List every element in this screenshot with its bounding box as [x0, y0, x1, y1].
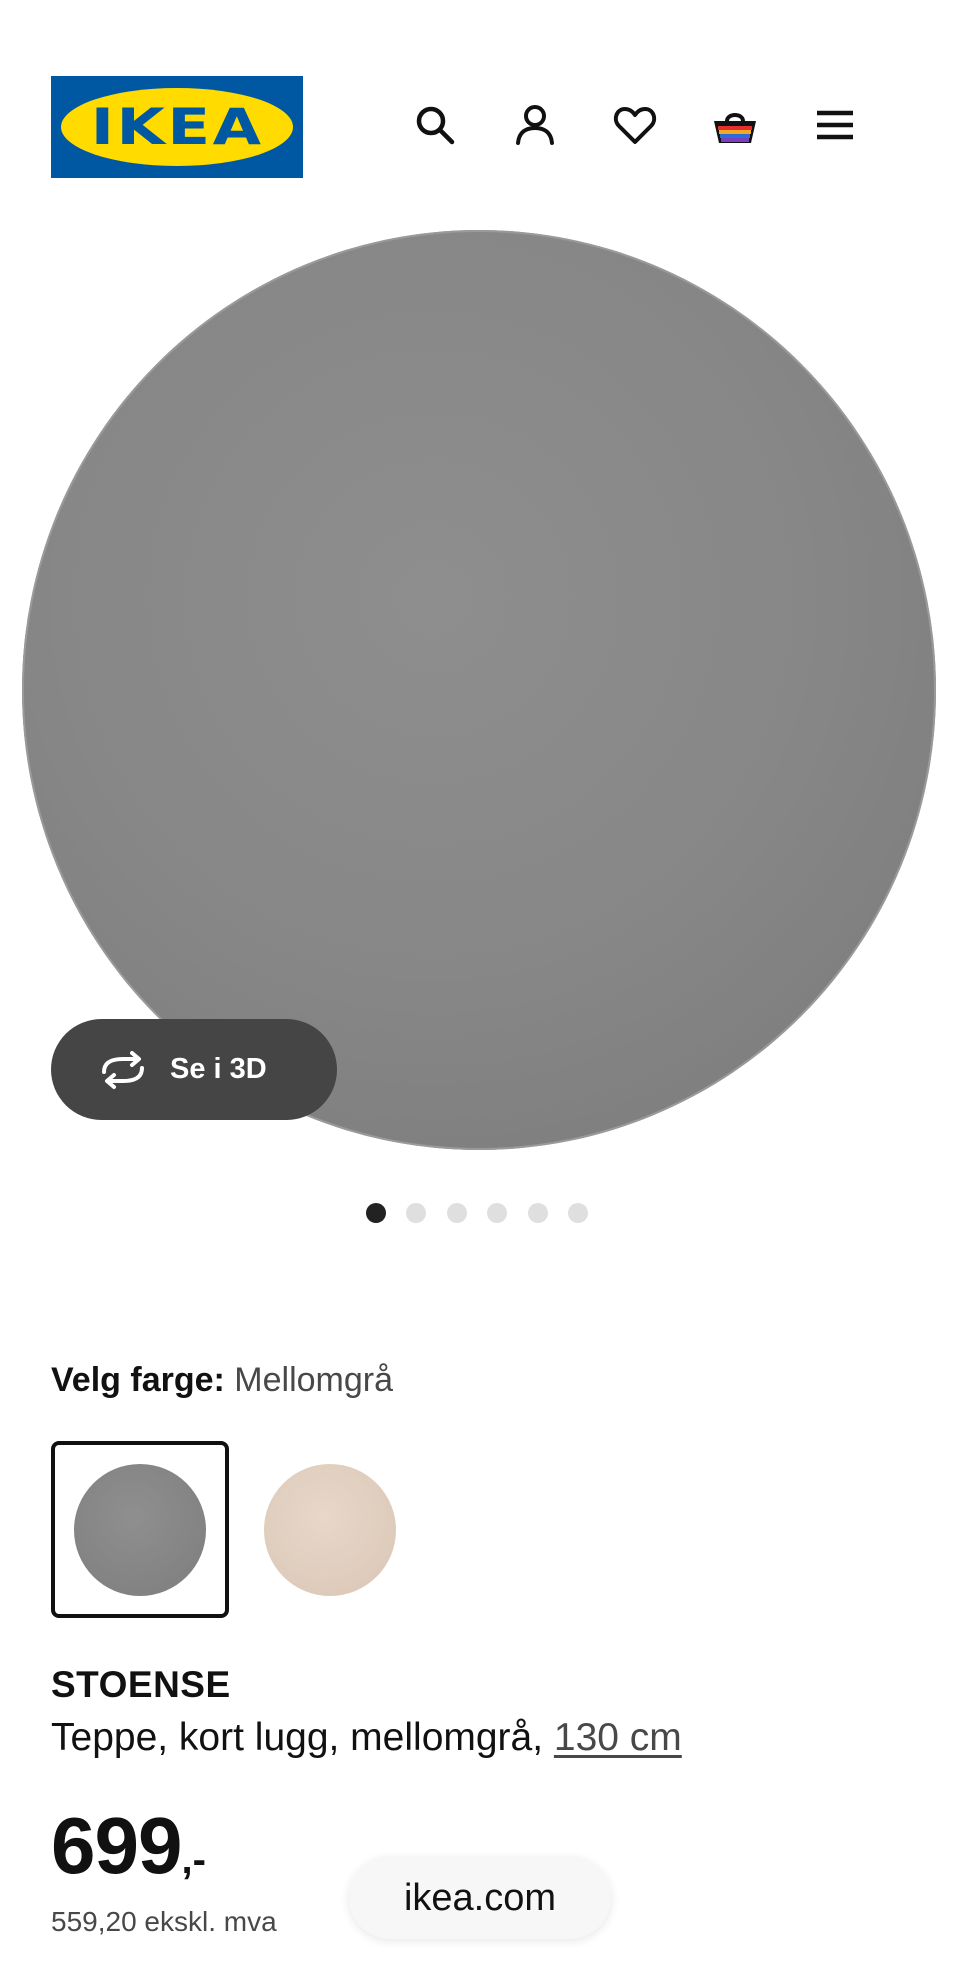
menu-icon[interactable] — [811, 101, 859, 149]
product-description-text: Teppe, kort lugg, mellomgrå, — [51, 1716, 554, 1759]
color-swatch-mellomgra[interactable] — [51, 1441, 229, 1618]
color-selected-value: Mellomgrå — [234, 1361, 394, 1399]
view-3d-button[interactable]: Se i 3D — [51, 1019, 337, 1120]
price-suffix: ,- — [181, 1838, 206, 1882]
product-image-rug[interactable] — [22, 230, 936, 1150]
gallery-dot-5[interactable] — [528, 1203, 548, 1223]
rotate-3d-icon — [102, 1050, 144, 1089]
product-name: STOENSE — [51, 1664, 231, 1705]
search-icon[interactable] — [411, 101, 459, 149]
ikea-logo[interactable]: IKEA ® — [51, 76, 303, 178]
price-main: 699 — [51, 1801, 182, 1890]
gallery-dot-6[interactable] — [568, 1203, 588, 1223]
gallery-dot-2[interactable] — [406, 1203, 426, 1223]
product-size-link[interactable]: 130 cm — [554, 1716, 682, 1759]
gallery-dot-1[interactable] — [366, 1203, 386, 1223]
swatch-grey-circle — [74, 1464, 206, 1596]
registered-mark: ® — [286, 100, 295, 112]
browser-url-bar[interactable]: ikea.com — [349, 1857, 611, 1939]
basket-icon[interactable] — [711, 101, 759, 149]
logo-text: IKEA — [90, 98, 264, 156]
view-3d-label: Se i 3D — [170, 1053, 267, 1085]
user-icon[interactable] — [511, 101, 559, 149]
price-ex-vat: 559,20 ekskl. mva — [51, 1906, 277, 1937]
gallery-dot-4[interactable] — [487, 1203, 507, 1223]
gallery-dot-3[interactable] — [447, 1203, 467, 1223]
heart-icon[interactable] — [611, 101, 659, 149]
gallery-pagination — [0, 1203, 960, 1225]
color-picker-label: Velg farge: Mellomgrå — [51, 1361, 393, 1400]
color-swatch-beige[interactable] — [252, 1441, 430, 1618]
logo-ellipse: IKEA — [61, 88, 293, 166]
color-label-key: Velg farge: — [51, 1361, 225, 1399]
swatch-beige-circle — [264, 1464, 396, 1596]
product-price: 699,- — [51, 1800, 206, 1892]
product-description: Teppe, kort lugg, mellomgrå, 130 cm — [51, 1716, 682, 1760]
